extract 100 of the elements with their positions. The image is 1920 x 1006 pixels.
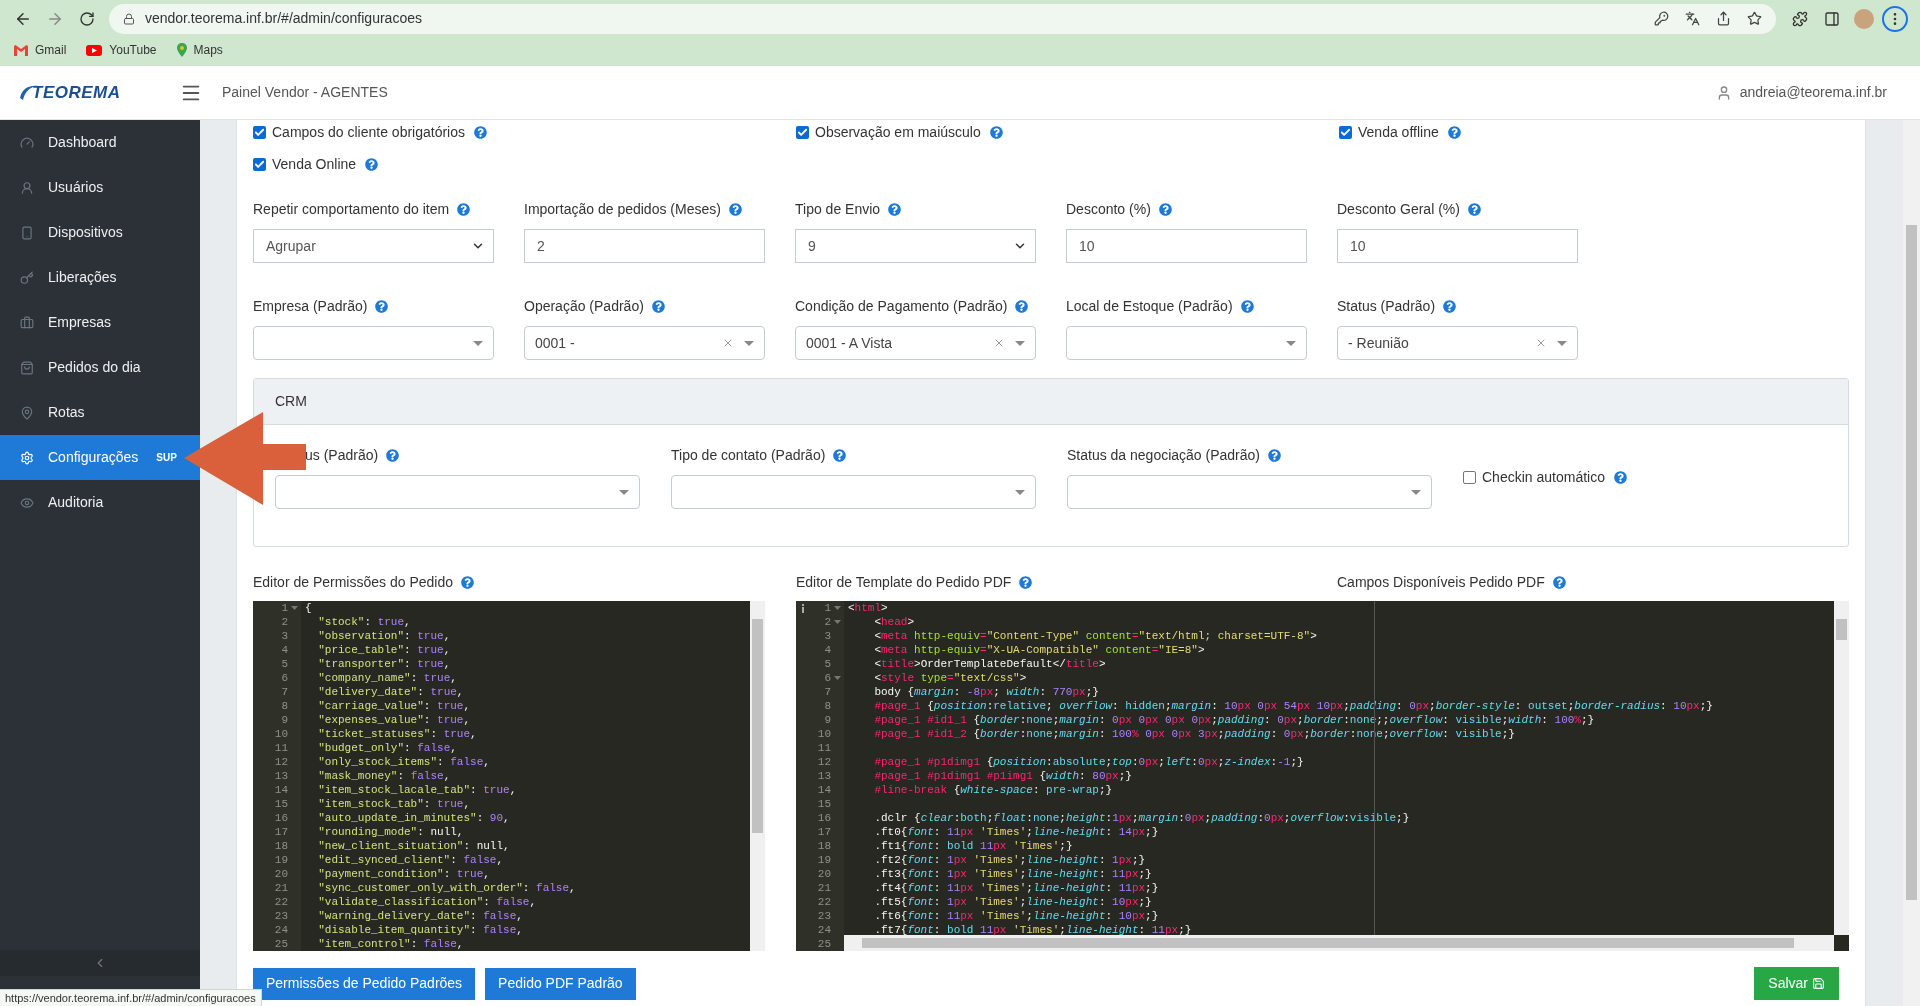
- combo-field[interactable]: 0001 -: [524, 326, 765, 360]
- action-button[interactable]: Pedido PDF Padrão: [485, 967, 636, 1000]
- reload-icon[interactable]: [78, 10, 95, 27]
- help-icon[interactable]: [1158, 202, 1172, 216]
- field-label: Desconto Geral (%): [1337, 199, 1460, 219]
- line-number: 1: [280, 601, 288, 615]
- help-icon[interactable]: [1613, 470, 1627, 484]
- help-icon[interactable]: [651, 299, 665, 313]
- checkbox[interactable]: [1339, 125, 1352, 139]
- sidebar-item[interactable]: Pedidos do dia: [0, 345, 200, 390]
- select-field[interactable]: Agrupar: [253, 229, 494, 263]
- combo-field[interactable]: [1067, 475, 1432, 509]
- floppy-icon: [1812, 977, 1825, 990]
- help-icon[interactable]: [1467, 202, 1481, 216]
- code-line: "observation": true,: [317, 629, 451, 643]
- side-panel-icon[interactable]: [1824, 10, 1841, 27]
- help-icon[interactable]: [365, 157, 379, 171]
- bookmark[interactable]: Maps: [176, 41, 223, 59]
- page-scrollbar[interactable]: [1903, 120, 1920, 1006]
- share-icon[interactable]: [1716, 11, 1732, 26]
- sidebar-item[interactable]: Auditoria: [0, 480, 200, 525]
- translate-icon[interactable]: [1685, 11, 1701, 26]
- line-number: 11: [816, 741, 831, 755]
- help-icon[interactable]: [728, 202, 742, 216]
- sidebar-item[interactable]: Liberações: [0, 255, 200, 300]
- sidebar-item[interactable]: Dispositivos: [0, 210, 200, 255]
- line-number: 10: [816, 727, 831, 741]
- combo-field[interactable]: - Reunião: [1337, 326, 1578, 360]
- user-icon: [20, 180, 34, 195]
- line-number: 13: [273, 769, 288, 783]
- clear-icon[interactable]: [1535, 337, 1547, 349]
- help-icon[interactable]: [474, 125, 487, 139]
- fold-icon[interactable]: [834, 606, 841, 610]
- line-number: 17: [273, 825, 288, 839]
- combo-field[interactable]: [253, 326, 494, 360]
- help-icon[interactable]: [457, 202, 471, 216]
- help-icon[interactable]: [1019, 575, 1033, 589]
- help-icon[interactable]: [833, 448, 847, 462]
- fold-icon[interactable]: [834, 676, 841, 680]
- help-icon[interactable]: [1447, 125, 1461, 139]
- line-number: 22: [273, 895, 288, 909]
- code-line: "sync_customer_only_with_order": false,: [317, 881, 576, 895]
- address-bar[interactable]: vendor.teorema.inf.br/#/admin/configuracoes: [108, 3, 1777, 34]
- sidebar-item[interactable]: Rotas: [0, 390, 200, 435]
- help-icon[interactable]: [1240, 299, 1254, 313]
- code-editor[interactable]: [253, 601, 765, 951]
- line-number: 11: [273, 741, 288, 755]
- code-line: "expenses_value": true,: [317, 713, 471, 727]
- code-editor[interactable]: [796, 601, 1849, 951]
- clear-icon[interactable]: [722, 337, 734, 349]
- clear-icon[interactable]: [993, 337, 1005, 349]
- gauge-icon: [20, 135, 34, 150]
- sidebar-item[interactable]: Dashboard: [0, 120, 200, 165]
- caret-icon: [1015, 489, 1025, 495]
- input-field[interactable]: 10: [1337, 229, 1578, 263]
- select-field[interactable]: 9: [795, 229, 1036, 263]
- help-icon[interactable]: [386, 448, 400, 462]
- help-icon[interactable]: [461, 575, 474, 589]
- horizontal-scrollbar[interactable]: [844, 935, 1834, 951]
- checkbox[interactable]: [1463, 470, 1476, 484]
- help-icon[interactable]: [888, 202, 902, 216]
- sidebar-item[interactable]: Empresas: [0, 300, 200, 345]
- fold-icon[interactable]: [834, 620, 841, 624]
- help-icon[interactable]: [1443, 299, 1457, 313]
- sidebar-item[interactable]: Configurações SUP: [0, 435, 200, 480]
- line-number: 18: [273, 839, 288, 853]
- input-field[interactable]: 2: [524, 229, 765, 263]
- help-icon[interactable]: [989, 125, 1003, 139]
- sidebar-item[interactable]: Usuários: [0, 165, 200, 210]
- field-label: Empresa (Padrão): [253, 296, 368, 316]
- vertical-scrollbar[interactable]: [750, 601, 765, 951]
- checkbox[interactable]: [253, 125, 266, 139]
- line-number: 7: [280, 685, 288, 699]
- menu-button[interactable]: [1882, 5, 1908, 32]
- combo-field[interactable]: [275, 475, 640, 509]
- code-line: "edit_synced_client": false,: [317, 853, 504, 867]
- fold-icon[interactable]: [291, 606, 298, 610]
- field-label: Condição de Pagamento (Padrão): [795, 296, 1008, 316]
- user-email[interactable]: andreia@teorema.inf.br: [1739, 82, 1887, 103]
- vertical-scrollbar[interactable]: [1834, 601, 1849, 935]
- bookmark[interactable]: Gmail: [14, 41, 67, 59]
- map-pin-icon: [176, 43, 187, 57]
- key-icon[interactable]: [1654, 11, 1670, 26]
- help-icon[interactable]: [375, 299, 389, 313]
- combo-field[interactable]: [671, 475, 1036, 509]
- extensions-icon[interactable]: [1792, 10, 1809, 27]
- bookmark[interactable]: YouTube: [86, 41, 157, 59]
- field-label: Desconto (%): [1066, 199, 1151, 219]
- help-icon[interactable]: [1552, 575, 1566, 589]
- code-line: .ft0{font: 11px 'Times';line-height: 14px;}: [873, 825, 1159, 839]
- checkbox[interactable]: [796, 125, 809, 139]
- help-icon[interactable]: [1268, 448, 1281, 462]
- combo-field[interactable]: [1066, 326, 1307, 360]
- combo-field[interactable]: 0001 - A Vista: [795, 326, 1036, 360]
- star-icon[interactable]: [1747, 11, 1763, 26]
- input-field[interactable]: 10: [1066, 229, 1307, 263]
- code-line: "mask_money": false,: [317, 769, 451, 783]
- url-text: vendor.teorema.inf.br/#/admin/configuracoes: [144, 9, 423, 28]
- help-icon[interactable]: [1015, 299, 1029, 313]
- checkbox[interactable]: [253, 157, 266, 171]
